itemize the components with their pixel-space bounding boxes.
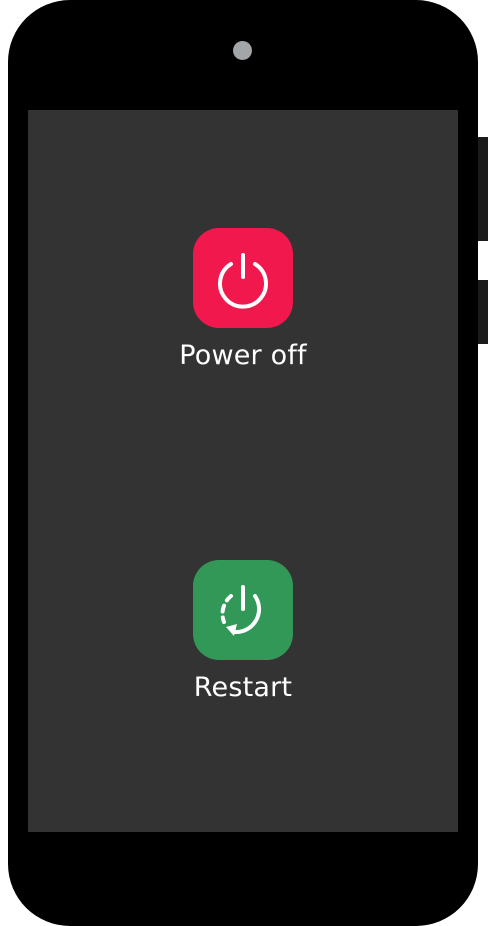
volume-button [478, 137, 488, 241]
power-off-tile[interactable] [193, 228, 293, 328]
power-off-button[interactable]: Power off [28, 228, 458, 372]
power-side-button [478, 280, 488, 344]
restart-tile[interactable] [193, 560, 293, 660]
restart-label: Restart [193, 672, 293, 703]
power-off-label: Power off [179, 340, 307, 371]
restart-button[interactable]: Restart [28, 560, 458, 704]
power-icon [218, 253, 268, 309]
power-menu-screen: Power off Restart [28, 110, 458, 832]
restart-icon [220, 585, 261, 636]
front-camera [233, 41, 252, 60]
